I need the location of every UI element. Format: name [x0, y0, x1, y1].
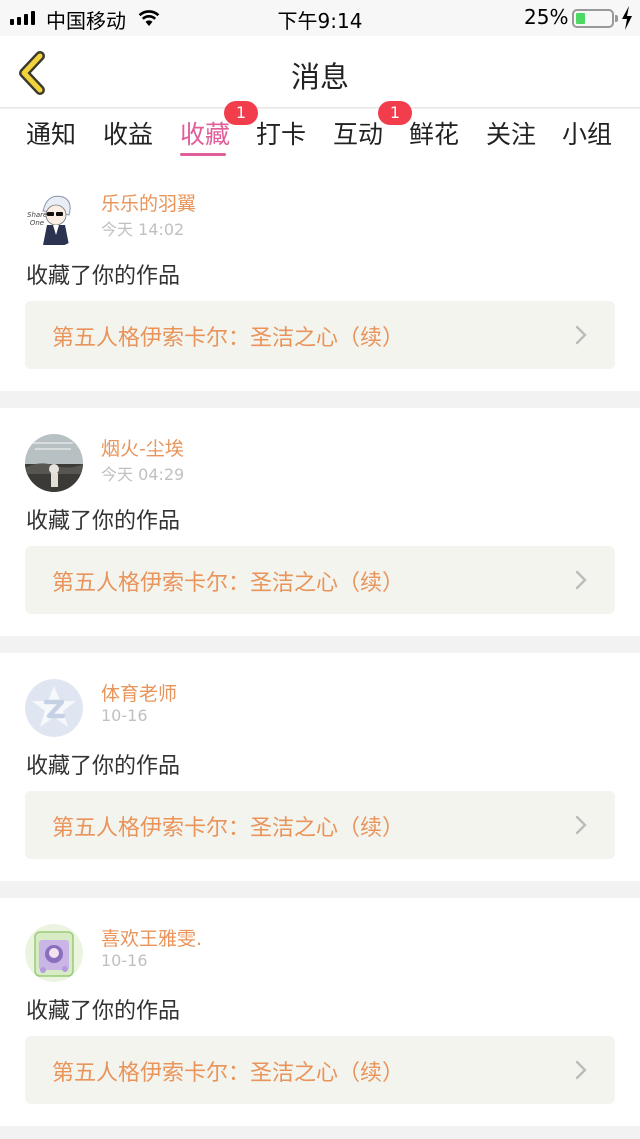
- tab-earnings[interactable]: 收益: [103, 115, 153, 151]
- avatar[interactable]: Share One: [25, 189, 83, 247]
- avatar-photo: [25, 434, 83, 492]
- action-text: 收藏了你的作品: [26, 754, 181, 779]
- default-avatar-icon: [25, 679, 83, 737]
- work-title: 第五人格伊索卡尔：圣洁之心（续）: [52, 1061, 405, 1086]
- avatar-illustration: [25, 924, 83, 982]
- battery-tip: [615, 15, 618, 22]
- tab-checkin[interactable]: 打卡: [256, 115, 306, 151]
- work-link[interactable]: 第五人格伊索卡尔：圣洁之心（续）: [25, 1036, 615, 1104]
- work-title: 第五人格伊索卡尔：圣洁之心（续）: [52, 326, 405, 351]
- message-time: 10-16: [101, 706, 148, 725]
- navigation-bar: 消息: [0, 36, 640, 108]
- username[interactable]: 烟火-尘埃: [101, 434, 184, 461]
- battery-fill: [576, 13, 585, 24]
- avatar-text: Share One: [27, 211, 48, 227]
- work-link[interactable]: 第五人格伊索卡尔：圣洁之心（续）: [25, 301, 615, 369]
- message-card: 体育老师 10-16 收藏了你的作品 第五人格伊索卡尔：圣洁之心（续）: [0, 653, 640, 881]
- username[interactable]: 乐乐的羽翼: [101, 189, 196, 216]
- avatar[interactable]: [25, 434, 83, 492]
- battery-percent: 25%: [524, 5, 569, 29]
- tab-following[interactable]: 关注: [486, 115, 536, 151]
- username[interactable]: 体育老师: [101, 679, 177, 706]
- work-link[interactable]: 第五人格伊索卡尔：圣洁之心（续）: [25, 791, 615, 859]
- charging-bolt-icon: [622, 6, 632, 30]
- tab-favorites[interactable]: 收藏: [180, 115, 230, 151]
- message-card: 喜欢王雅雯. 10-16 收藏了你的作品 第五人格伊索卡尔：圣洁之心（续）: [0, 898, 640, 1126]
- page-title: 消息: [290, 60, 349, 94]
- work-title: 第五人格伊索卡尔：圣洁之心（续）: [52, 571, 405, 596]
- message-time: 今天 04:29: [101, 465, 185, 484]
- favorites-badge: 1: [224, 101, 258, 125]
- status-bar: 中国移动 下午9:14 25%: [0, 0, 640, 36]
- tab-notifications[interactable]: 通知: [26, 115, 76, 151]
- message-time: 10-16: [101, 951, 148, 970]
- work-link[interactable]: 第五人格伊索卡尔：圣洁之心（续）: [25, 546, 615, 614]
- avatar[interactable]: [25, 679, 83, 737]
- action-text: 收藏了你的作品: [26, 999, 181, 1024]
- battery-icon: [572, 9, 614, 28]
- chevron-right-icon: [575, 815, 587, 835]
- work-title: 第五人格伊索卡尔：圣洁之心（续）: [52, 816, 405, 841]
- tab-flowers[interactable]: 鲜花: [409, 115, 459, 151]
- chevron-right-icon: [575, 570, 587, 590]
- tab-interactions[interactable]: 互动: [333, 115, 383, 151]
- message-card: Share One 乐乐的羽翼 今天 14:02 收藏了你的作品 第五人格伊索卡…: [0, 163, 640, 391]
- message-time: 今天 14:02: [101, 220, 185, 239]
- tab-groups[interactable]: 小组: [562, 115, 612, 151]
- interactions-badge: 1: [378, 101, 412, 125]
- tab-bar: 通知 收益 收藏 1 打卡 互动 1 鲜花 关注 小组: [0, 101, 640, 169]
- message-card: 烟火-尘埃 今天 04:29 收藏了你的作品 第五人格伊索卡尔：圣洁之心（续）: [0, 408, 640, 636]
- action-text: 收藏了你的作品: [26, 509, 181, 534]
- active-tab-indicator: [180, 153, 226, 156]
- chevron-right-icon: [575, 325, 587, 345]
- username[interactable]: 喜欢王雅雯.: [101, 924, 202, 951]
- chevron-right-icon: [575, 1060, 587, 1080]
- avatar[interactable]: [25, 924, 83, 982]
- action-text: 收藏了你的作品: [26, 264, 181, 289]
